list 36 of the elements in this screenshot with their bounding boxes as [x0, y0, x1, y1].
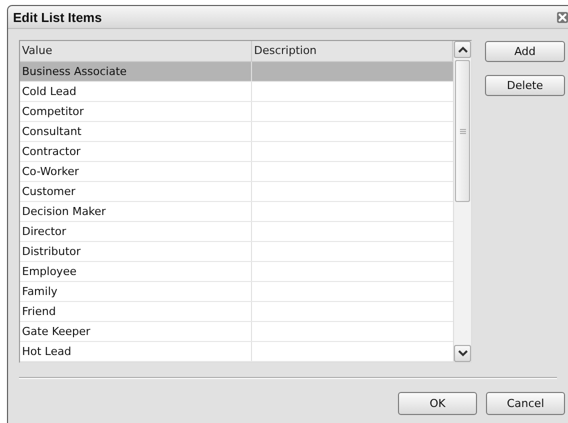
table-row[interactable]: Co-Worker	[20, 162, 453, 182]
table-cell: Employee	[20, 262, 252, 281]
table-cell: Gate Keeper	[20, 322, 252, 341]
table-row[interactable]: Gate Keeper	[20, 322, 453, 342]
push-button[interactable]: Delete	[485, 75, 565, 96]
push-button[interactable]: OK	[398, 392, 477, 415]
table-cell: Co-Worker	[20, 162, 252, 181]
table-cell: Family	[20, 282, 252, 301]
table-row[interactable]: Employee	[20, 262, 453, 282]
column-header[interactable]: Value	[20, 41, 252, 61]
table-cell: Customer	[20, 182, 252, 201]
table-row[interactable]: Friend	[20, 302, 453, 322]
table-cell: Consultant	[20, 122, 252, 141]
table-cell: Distributor	[20, 242, 252, 261]
window-title: Edit List Items	[13, 10, 102, 24]
table-cell: Business Associate	[20, 62, 252, 81]
table-row[interactable]: Family	[20, 282, 453, 302]
table-cell: Decision Maker	[20, 202, 252, 221]
table-cell: Hot Lead	[20, 342, 252, 361]
table-cell: Competitor	[20, 102, 252, 121]
table-cell: Friend	[20, 302, 252, 321]
table-row[interactable]: Contractor	[20, 142, 453, 162]
table-row[interactable]: Customer	[20, 182, 453, 202]
table-cell: Cold Lead	[20, 82, 252, 101]
table-row[interactable]: Distributor	[20, 242, 453, 262]
table-row[interactable]: Business Associate	[20, 62, 453, 82]
table-cell: Contractor	[20, 142, 252, 161]
table-row[interactable]: Hot Lead	[20, 342, 453, 362]
table-row[interactable]: Consultant	[20, 122, 453, 142]
table-row[interactable]: Decision Maker	[20, 202, 453, 222]
table-cell: Director	[20, 222, 252, 241]
push-button[interactable]: Add	[485, 41, 565, 62]
push-button[interactable]: Cancel	[486, 392, 565, 415]
table-row[interactable]: Cold Lead	[20, 82, 453, 102]
table-row[interactable]: Competitor	[20, 102, 453, 122]
table-row[interactable]: Director	[20, 222, 453, 242]
